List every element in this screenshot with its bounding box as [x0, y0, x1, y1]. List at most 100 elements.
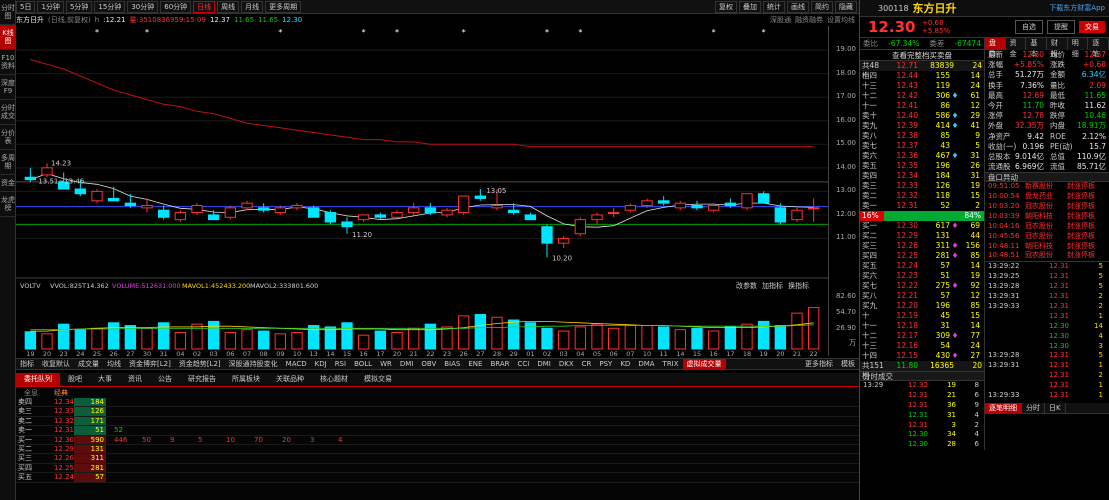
- event-marker[interactable]: *: [95, 28, 99, 37]
- vol-header-action-2[interactable]: 换指标: [788, 281, 809, 290]
- link-sgt[interactable]: 深股通: [770, 15, 791, 25]
- left-nav-item-6[interactable]: 多周期: [0, 150, 16, 175]
- period-7[interactable]: 周线: [217, 0, 240, 13]
- candle-body[interactable]: [791, 209, 803, 221]
- indicator-21[interactable]: PSY: [595, 360, 616, 368]
- indicator-15[interactable]: ENE: [464, 360, 486, 368]
- mover-row[interactable]: 10:45:56 冠农股份 封涨停板: [985, 232, 1109, 242]
- right-tab2-0[interactable]: 逐笔明细: [985, 402, 1022, 413]
- indicator-14[interactable]: BIAS: [440, 360, 464, 368]
- right-tab-0[interactable]: 盘口: [985, 38, 1006, 58]
- bottom-tab-3[interactable]: 资讯: [120, 373, 150, 386]
- tool-0[interactable]: 复权: [715, 0, 737, 13]
- indicator-5[interactable]: 资金趋势[L2]: [175, 359, 225, 369]
- watchlist-button[interactable]: 自选: [1015, 20, 1043, 34]
- mover-row[interactable]: 10:04:16 冠农股份 封涨停板: [985, 222, 1109, 232]
- bids-row[interactable]: 十三 12.16 54 24: [860, 341, 984, 351]
- bids-row[interactable]: 买八 12.21 57 12: [860, 291, 984, 301]
- candle-body[interactable]: [691, 205, 703, 209]
- tool-5[interactable]: 隐藏: [835, 0, 857, 13]
- candle-body[interactable]: [774, 207, 787, 223]
- left-nav-item-4[interactable]: 分时成交: [0, 100, 16, 125]
- candle-body[interactable]: [341, 221, 353, 228]
- indicator-9[interactable]: RSI: [331, 360, 350, 368]
- candle-body[interactable]: [724, 202, 737, 206]
- full-orderbook-link[interactable]: 查看完整档买卖盘: [860, 50, 984, 61]
- indicator-27[interactable]: 模板: [837, 359, 859, 369]
- candle-body[interactable]: [141, 205, 153, 209]
- queue-tab-classic[interactable]: 经典: [46, 388, 76, 398]
- candle-body[interactable]: [641, 200, 653, 207]
- candle-body[interactable]: [174, 212, 187, 221]
- asks-row[interactable]: 卖二 12.32 118 15: [860, 191, 984, 201]
- candle-body[interactable]: [741, 193, 753, 209]
- bottom-tab-1[interactable]: 股吧: [60, 373, 90, 386]
- asks-row[interactable]: 卖六 12.36 467 ♦ 31: [860, 151, 984, 161]
- indicator-12[interactable]: DMI: [396, 360, 418, 368]
- candle-body[interactable]: [524, 214, 536, 221]
- asks-row[interactable]: 卖五 12.35 196 26: [860, 161, 984, 171]
- indicator-3[interactable]: 均线: [103, 359, 125, 369]
- left-nav-item-5[interactable]: 分价表: [0, 125, 16, 150]
- candle-body[interactable]: [508, 209, 520, 214]
- candle-body[interactable]: [108, 197, 120, 202]
- right-tab-4[interactable]: 明细: [1068, 38, 1089, 58]
- indicator-6[interactable]: 深股通持股变化: [225, 359, 282, 369]
- right-tab-2[interactable]: 基本: [1026, 38, 1048, 58]
- indicator-26[interactable]: 更多指标: [801, 359, 837, 369]
- event-marker[interactable]: *: [578, 28, 582, 37]
- mover-row[interactable]: 10:48:51 冠农股份 封涨停板: [985, 251, 1109, 261]
- indicator-0[interactable]: 指标: [16, 359, 38, 369]
- bottom-tab-6[interactable]: 所属板块: [224, 373, 268, 386]
- asks-row[interactable]: 十三 12.43 119 24: [860, 81, 984, 91]
- left-nav-item-0[interactable]: 分时图: [0, 0, 16, 25]
- candle-body[interactable]: [324, 212, 336, 223]
- candle-body[interactable]: [124, 202, 136, 206]
- indicator-19[interactable]: DKX: [555, 360, 578, 368]
- indicator-1[interactable]: 收复默认: [38, 359, 74, 369]
- bids-row[interactable]: 十 12.19 45 15: [860, 311, 984, 321]
- event-marker[interactable]: *: [395, 28, 399, 37]
- candle-body[interactable]: [241, 202, 253, 209]
- candle-body[interactable]: [41, 167, 53, 176]
- candle-body[interactable]: [458, 195, 470, 214]
- indicator-13[interactable]: OBV: [417, 360, 440, 368]
- asks-row[interactable]: 卖一 12.31 52 2: [860, 201, 984, 211]
- candle-body[interactable]: [541, 226, 553, 244]
- vol-header-action-0[interactable]: 改参数: [736, 281, 757, 290]
- indicator-18[interactable]: DMI: [533, 360, 555, 368]
- tool-1[interactable]: 叠加: [739, 0, 761, 13]
- candle-body[interactable]: [291, 205, 303, 209]
- candle-body[interactable]: [608, 212, 620, 215]
- period-3[interactable]: 15分钟: [94, 0, 126, 13]
- bids-row[interactable]: 十四 12.15 430 ♦ 27: [860, 351, 984, 361]
- vol-header-action-1[interactable]: 加指标: [762, 281, 783, 290]
- candle-body[interactable]: [391, 212, 403, 218]
- period-8[interactable]: 月线: [241, 0, 264, 13]
- candle-body[interactable]: [658, 200, 670, 204]
- asks-row[interactable]: 十四 12.44 155 14: [860, 71, 984, 81]
- candle-body[interactable]: [624, 205, 637, 211]
- bids-row[interactable]: 买二 12.29 131 44: [860, 231, 984, 241]
- tool-3[interactable]: 画线: [787, 0, 809, 13]
- queue-tab-full[interactable]: 全息: [16, 388, 46, 398]
- bottom-tab-0[interactable]: 委托队列: [16, 373, 60, 386]
- indicator-22[interactable]: KD: [616, 360, 634, 368]
- bottom-tab-7[interactable]: 关联品种: [268, 373, 312, 386]
- right-tab-3[interactable]: 财报: [1047, 38, 1068, 58]
- event-marker[interactable]: *: [545, 28, 549, 37]
- candle-body[interactable]: [708, 205, 720, 211]
- event-marker[interactable]: *: [712, 28, 716, 37]
- bids-row[interactable]: 买六 12.23 51 19: [860, 271, 984, 281]
- link-rzrq[interactable]: 融资融券: [795, 15, 823, 25]
- period-6[interactable]: 日线: [193, 0, 216, 13]
- period-0[interactable]: 5日: [16, 0, 36, 13]
- indicator-7[interactable]: MACD: [282, 360, 311, 368]
- left-nav-item-1[interactable]: K线图: [0, 25, 16, 50]
- bids-row[interactable]: 买五 12.24 57 14: [860, 261, 984, 271]
- tool-2[interactable]: 统计: [763, 0, 785, 13]
- asks-row[interactable]: 卖十 12.40 586 ♦ 29: [860, 111, 984, 121]
- candle-body[interactable]: [424, 207, 436, 214]
- asks-row[interactable]: 卖七 12.37 43 5: [860, 141, 984, 151]
- period-1[interactable]: 1分钟: [37, 0, 64, 13]
